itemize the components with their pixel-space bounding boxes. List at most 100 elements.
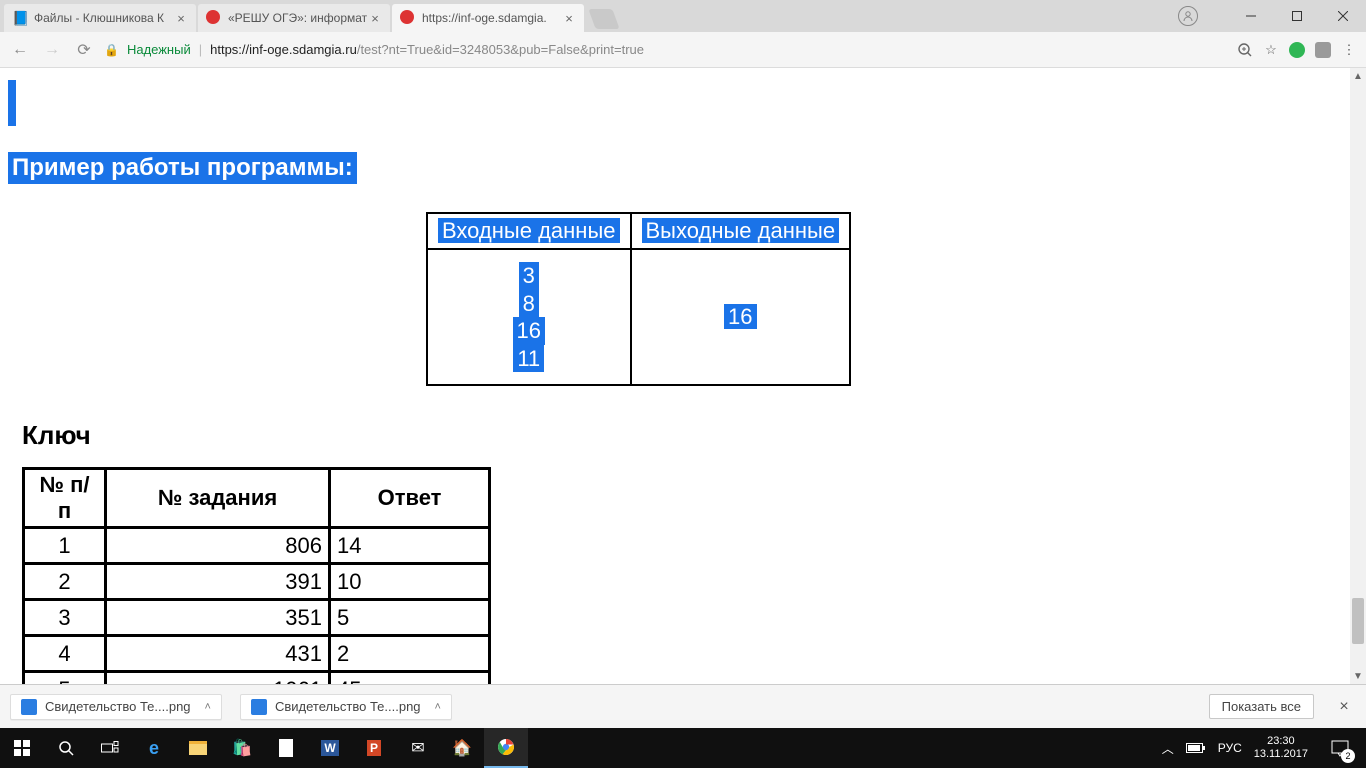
book-icon: 📘 (12, 10, 28, 26)
browser-tab[interactable]: «РЕШУ ОГЭ»: информат × (198, 4, 390, 32)
cell-task: 431 (106, 636, 330, 672)
scroll-up-icon[interactable]: ▲ (1350, 68, 1366, 84)
taskbar-app-store[interactable]: 🛍️ (220, 728, 264, 768)
download-item[interactable]: Свидетельство Те....png ˄ (240, 694, 452, 720)
extension-grey-icon[interactable] (1314, 41, 1332, 59)
download-filename: Свидетельство Те....png (45, 699, 191, 714)
cell-n: 5 (24, 672, 106, 685)
start-button[interactable] (0, 728, 44, 768)
taskbar-app-notepad[interactable] (264, 728, 308, 768)
cell-task: 806 (106, 528, 330, 564)
table-row: 5 1061 45 (24, 672, 490, 685)
cell-answer: 14 (330, 528, 490, 564)
notification-badge: 2 (1341, 749, 1355, 763)
account-icon[interactable] (1178, 6, 1198, 26)
col-header-task: № задания (106, 469, 330, 528)
nav-back-button[interactable]: ← (8, 41, 32, 59)
close-icon[interactable]: × (174, 11, 188, 26)
page-content: Пример работы программы: Входные данные … (0, 68, 1366, 684)
tray-chevron-up-icon[interactable]: ︿ (1162, 740, 1174, 757)
menu-icon[interactable]: ⋮ (1340, 41, 1358, 59)
extension-green-icon[interactable] (1288, 41, 1306, 59)
url-host: https://inf-oge.sdamgia.ru (210, 42, 357, 57)
taskbar-app-edge[interactable]: e (132, 728, 176, 768)
cell-answer: 45 (330, 672, 490, 685)
taskbar-app-word[interactable]: W (308, 728, 352, 768)
example-title: Пример работы программы: (8, 152, 357, 184)
window-maximize-button[interactable] (1274, 0, 1320, 32)
cell-n: 3 (24, 600, 106, 636)
task-view-icon[interactable] (88, 728, 132, 768)
taskbar-app-mail[interactable]: ✉ (396, 728, 440, 768)
url-field[interactable]: https://inf-oge.sdamgia.ru/test?nt=True&… (210, 42, 1228, 57)
cell-n: 1 (24, 528, 106, 564)
cell-answer: 10 (330, 564, 490, 600)
clock[interactable]: 23:30 13.11.2017 (1254, 735, 1308, 760)
io-in-value: 8 (519, 290, 539, 318)
language-indicator[interactable]: РУС (1218, 741, 1242, 755)
cell-n: 2 (24, 564, 106, 600)
table-row: 3 351 5 (24, 600, 490, 636)
site-icon (400, 10, 416, 26)
nav-reload-button[interactable]: ⟳ (72, 40, 96, 60)
notifications-icon[interactable]: 2 (1320, 728, 1360, 768)
taskbar-app-home[interactable]: 🏠 (440, 728, 484, 768)
search-icon[interactable] (44, 728, 88, 768)
tab-label: Файлы - Клюшникова К (34, 11, 174, 25)
secure-label: Надежный (127, 42, 191, 57)
browser-tab-strip: 📘 Файлы - Клюшникова К × «РЕШУ ОГЭ»: инф… (0, 0, 1366, 32)
key-heading: Ключ (22, 420, 1366, 451)
table-row: 1 806 14 (24, 528, 490, 564)
io-in-value: 11 (513, 345, 544, 373)
browser-tab[interactable]: 📘 Файлы - Клюшникова К × (4, 4, 196, 32)
page-viewport: Пример работы программы: Входные данные … (0, 68, 1366, 684)
separator: | (199, 42, 202, 57)
col-header-n: № п/п (24, 469, 106, 528)
cell-task: 391 (106, 564, 330, 600)
scroll-thumb[interactable] (1352, 598, 1364, 644)
new-tab-button[interactable] (588, 9, 619, 29)
io-input-cell: 3 8 16 11 (427, 249, 631, 385)
download-item[interactable]: Свидетельство Те....png ˄ (10, 694, 222, 720)
system-tray: ︿ РУС 23:30 13.11.2017 2 (1162, 728, 1366, 768)
battery-icon[interactable] (1186, 742, 1206, 754)
lock-icon: 🔒 (104, 43, 119, 57)
star-icon[interactable]: ☆ (1262, 41, 1280, 59)
downloads-shelf: Свидетельство Те....png ˄ Свидетельство … (0, 684, 1366, 728)
window-close-button[interactable] (1320, 0, 1366, 32)
taskbar-app-explorer[interactable] (176, 728, 220, 768)
cell-task: 351 (106, 600, 330, 636)
zoom-icon[interactable] (1236, 41, 1254, 59)
window-controls (1178, 0, 1366, 32)
chevron-up-icon[interactable]: ˄ (435, 701, 441, 713)
cell-answer: 2 (330, 636, 490, 672)
tab-label: https://inf-oge.sdamgia. (422, 11, 562, 25)
chevron-up-icon[interactable]: ˄ (205, 701, 211, 713)
table-row: 4 431 2 (24, 636, 490, 672)
windows-taskbar: e 🛍️ W P ✉ 🏠 ︿ РУС 23:30 13.11.2017 2 (0, 728, 1366, 768)
window-minimize-button[interactable] (1228, 0, 1274, 32)
download-filename: Свидетельство Те....png (275, 699, 421, 714)
vertical-scrollbar[interactable]: ▲ ▼ (1350, 68, 1366, 684)
io-table: Входные данные Выходные данные 3 8 16 11… (426, 212, 851, 386)
scroll-track[interactable] (1350, 84, 1366, 668)
clock-date: 13.11.2017 (1254, 748, 1308, 761)
url-path: /test?nt=True&id=3248053&pub=False&print… (357, 42, 644, 57)
site-icon (206, 10, 222, 26)
close-icon[interactable]: × (562, 11, 576, 26)
browser-tab-active[interactable]: https://inf-oge.sdamgia. × (392, 4, 584, 32)
nav-forward-button[interactable]: → (40, 41, 64, 59)
file-icon (21, 699, 37, 715)
io-header-out: Выходные данные (631, 213, 851, 249)
clock-time: 23:30 (1254, 735, 1308, 748)
io-in-value: 3 (519, 262, 539, 290)
io-in-value: 16 (513, 317, 545, 345)
scroll-down-icon[interactable]: ▼ (1350, 668, 1366, 684)
col-header-answer: Ответ (330, 469, 490, 528)
close-icon[interactable]: × (368, 11, 382, 26)
taskbar-app-chrome[interactable] (484, 728, 528, 768)
taskbar-app-powerpoint[interactable]: P (352, 728, 396, 768)
close-icon[interactable]: × (1332, 698, 1356, 716)
cell-n: 4 (24, 636, 106, 672)
show-all-downloads-button[interactable]: Показать все (1209, 694, 1314, 719)
